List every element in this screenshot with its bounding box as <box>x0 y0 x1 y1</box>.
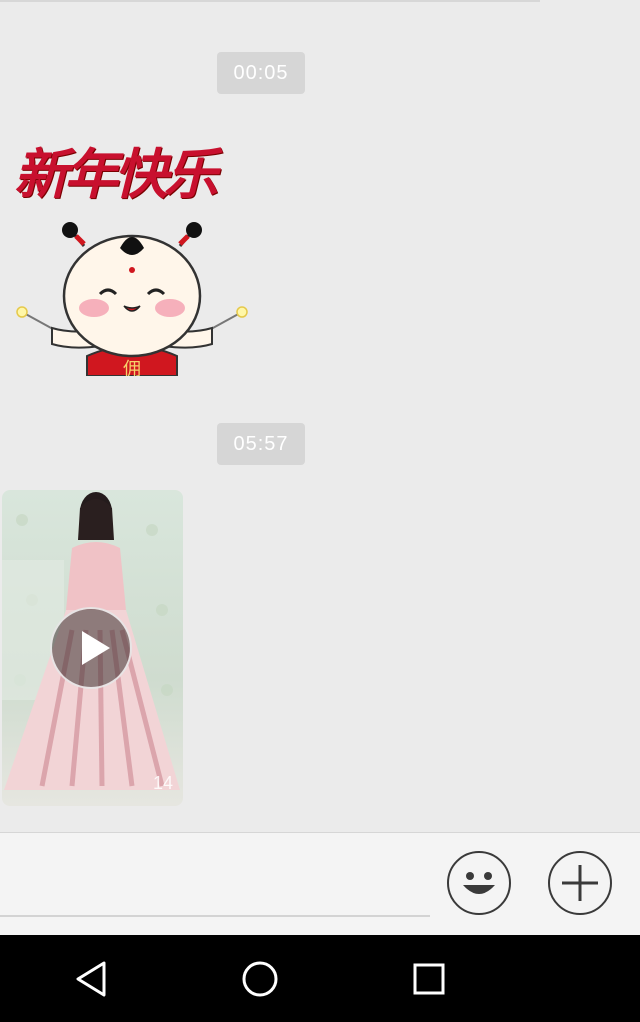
baby-sticker-illustration: 佣 <box>16 222 248 376</box>
back-triangle-icon[interactable] <box>70 957 114 1001</box>
emoji-button[interactable] <box>447 851 511 915</box>
video-message[interactable]: 14 <box>2 490 183 806</box>
chat-screen: 00:05 新年快乐 佣 05:57 14 <box>0 0 640 1022</box>
play-icon <box>82 631 110 665</box>
plus-icon <box>562 865 598 901</box>
video-duration: 14 <box>152 773 173 793</box>
timestamp: 00:05 <box>217 52 305 94</box>
recents-square-icon[interactable] <box>407 957 451 1001</box>
smiley-face-icon <box>463 872 495 894</box>
top-divider <box>0 0 540 2</box>
timestamp: 05:57 <box>217 423 305 465</box>
message-input[interactable] <box>0 833 430 917</box>
sticker-message[interactable]: 新年快乐 佣 <box>12 128 262 376</box>
more-button[interactable] <box>548 851 612 915</box>
play-button[interactable] <box>50 607 132 689</box>
system-nav-bar <box>0 935 640 1022</box>
sticker-caption: 新年快乐 <box>14 142 218 206</box>
home-circle-icon[interactable] <box>238 957 282 1001</box>
input-bar <box>0 832 640 936</box>
sticker-chest-glyph: 佣 <box>123 359 141 376</box>
